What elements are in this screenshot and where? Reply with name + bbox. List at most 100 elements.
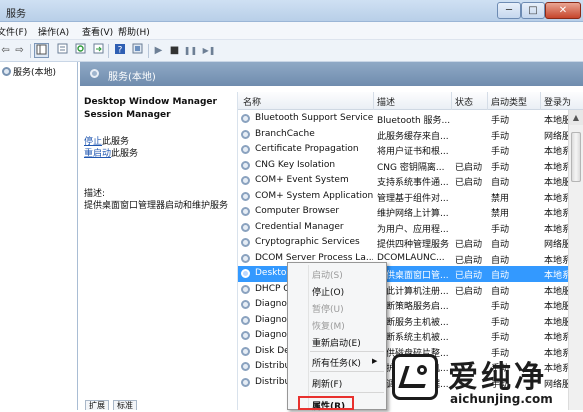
restart-service-icon[interactable]: ▶❚ — [200, 43, 218, 58]
menu-item-refresh[interactable]: 刷新(F) — [312, 377, 342, 390]
menu-help[interactable]: 帮助(H) — [118, 25, 150, 38]
column-divider[interactable] — [451, 92, 452, 110]
service-gear-icon — [241, 160, 250, 170]
cell-name: COM+ System Application — [255, 190, 373, 201]
service-gear-icon — [241, 315, 250, 325]
table-row[interactable]: Computer Browser 维护网络上计算... 禁用 本地系 — [238, 204, 572, 220]
cell-status: 已启动 — [455, 286, 483, 297]
menu-separator — [310, 392, 384, 393]
scrollbar-thumb[interactable] — [571, 132, 581, 182]
column-header-status[interactable]: 状态 — [455, 95, 473, 108]
service-name-line-2: Session Manager — [84, 110, 171, 120]
column-divider[interactable] — [487, 92, 488, 110]
column-divider[interactable] — [540, 92, 541, 110]
menu-item-stop[interactable]: 停止(O) — [312, 285, 344, 298]
service-gear-icon — [241, 176, 250, 185]
column-header-description[interactable]: 描述 — [377, 95, 395, 108]
cell-startup: 自动 — [491, 271, 510, 281]
menu-item-all-tasks[interactable]: 所有任务(K) — [312, 356, 361, 369]
table-row[interactable]: CNG Key Isolation CNG 密钥隔离... 已启动 手动 本地系 — [238, 158, 572, 174]
toolbar-separator — [108, 44, 109, 58]
window-title: 服务 — [6, 9, 26, 20]
menu-view[interactable]: 查看(V) — [82, 25, 113, 38]
menu-item-pause[interactable]: 暂停(U) — [312, 302, 344, 315]
forward-arrow-icon[interactable]: ⇨ — [12, 43, 27, 58]
restart-service-link[interactable]: 重启动 — [84, 149, 111, 159]
table-row[interactable]: COM+ System Application 管理基于组件对... 禁用 本地系 — [238, 189, 572, 205]
tree-node-label: 服务(本地) — [13, 68, 57, 78]
close-button[interactable]: ✕ — [545, 2, 581, 19]
table-row[interactable]: Credential Manager 为用户、应用程... 手动 本地系 — [238, 220, 572, 236]
cell-name: Computer Browser — [255, 206, 340, 216]
properties-icon[interactable] — [55, 43, 70, 58]
stop-service-link[interactable]: 停止 — [84, 137, 102, 147]
toolbar: ⇦ ⇨ ? ▶ ■ ❚❚ ▶❚ — [0, 40, 583, 62]
service-gear-icon — [241, 269, 250, 278]
gear-icon — [2, 67, 11, 76]
content-header-title: 服务(本地) — [108, 72, 156, 83]
description-text: 提供桌面窗口管理器启动和维护服务 — [84, 201, 229, 211]
tab-standard[interactable]: 标准 — [113, 400, 137, 410]
cell-status: 已启动 — [455, 178, 483, 188]
gear-icon — [90, 69, 99, 78]
cell-description: 管理基于组件对... — [377, 193, 449, 204]
menu-gutter — [308, 265, 309, 409]
cell-description: DCOMLAUNC... — [377, 252, 445, 263]
cell-description: 此服务缓存来自... — [377, 131, 449, 142]
column-header-name[interactable]: 名称 — [243, 95, 261, 108]
column-divider[interactable] — [373, 92, 374, 110]
cell-status: 已启动 — [455, 240, 483, 250]
list-header: 名称 描述 状态 启动类型 登录为 — [238, 92, 583, 110]
tree-pane: 服务(本地) — [0, 62, 78, 410]
cell-startup: 自动 — [491, 240, 510, 250]
watermark-text: 爱纯净 — [448, 360, 547, 395]
cell-status: 已启动 — [455, 162, 483, 173]
export-icon[interactable] — [91, 43, 106, 58]
tree-node-services-local[interactable]: 服务(本地) — [2, 65, 56, 78]
menu-item-resume[interactable]: 恢复(M) — [312, 319, 345, 332]
cell-description: 诊断策略服务启... — [377, 302, 449, 312]
restart-link-suffix: 此服务 — [111, 149, 139, 159]
refresh-icon[interactable] — [73, 43, 88, 58]
table-row[interactable]: COM+ Event System 支持系统事件通... 已启动 自动 本地服 — [238, 173, 572, 189]
column-header-logon[interactable]: 登录为 — [544, 95, 571, 108]
show-hide-tree-icon[interactable] — [34, 43, 49, 58]
service-gear-icon — [241, 362, 250, 371]
submenu-arrow-icon: ▶ — [372, 357, 378, 365]
cell-description: 支持系统事件通... — [377, 178, 449, 188]
table-row[interactable]: BranchCache 此服务缓存来自... 手动 网络服 — [238, 127, 572, 143]
service-gear-icon — [241, 191, 250, 201]
table-row[interactable]: Cryptographic Services 提供四种管理服务 已启动 自动 网络服 — [238, 235, 572, 251]
cell-startup: 手动 — [491, 224, 510, 235]
service-gear-icon — [241, 300, 250, 309]
minimize-button[interactable]: ─ — [497, 2, 521, 19]
cell-startup: 手动 — [491, 317, 510, 328]
menu-separator — [310, 371, 384, 372]
menu-item-restart[interactable]: 重新启动(E) — [312, 336, 361, 349]
help-icon[interactable]: ? — [112, 43, 127, 58]
tab-extended[interactable]: 扩展 — [85, 400, 109, 410]
menu-action[interactable]: 操作(A) — [38, 25, 69, 38]
console-icon[interactable] — [130, 43, 145, 58]
pause-service-icon[interactable]: ❚❚ — [183, 43, 198, 58]
watermark-url: aichunjing.com — [450, 392, 553, 406]
cell-name: DCOM Server Process La... — [255, 252, 373, 263]
scroll-up-arrow-icon[interactable]: ▲ — [569, 110, 583, 125]
menu-file[interactable]: 文件(F) — [0, 25, 27, 38]
cell-description: Bluetooth 服务... — [377, 116, 451, 126]
stop-service-icon[interactable]: ■ — [167, 43, 182, 58]
cell-startup: 手动 — [491, 131, 510, 142]
toolbar-separator — [30, 44, 31, 58]
stop-link-suffix: 此服务 — [102, 137, 130, 147]
menu-item-start[interactable]: 启动(S) — [312, 268, 343, 281]
start-service-icon[interactable]: ▶ — [151, 43, 166, 58]
content-header: 服务(本地) — [80, 62, 583, 86]
toolbar-separator — [148, 44, 149, 58]
table-row[interactable]: Certificate Propagation 将用户证书和根... 手动 本地系 — [238, 142, 572, 158]
service-description-panel: Desktop Window Manager Session Manager 停… — [84, 96, 234, 396]
column-header-startup-type[interactable]: 启动类型 — [491, 95, 527, 108]
service-gear-icon — [241, 129, 250, 139]
table-row[interactable]: Bluetooth Support Service Bluetooth 服务...… — [238, 111, 572, 127]
maximize-button[interactable]: □ — [521, 2, 545, 19]
cell-name: BranchCache — [255, 128, 315, 139]
